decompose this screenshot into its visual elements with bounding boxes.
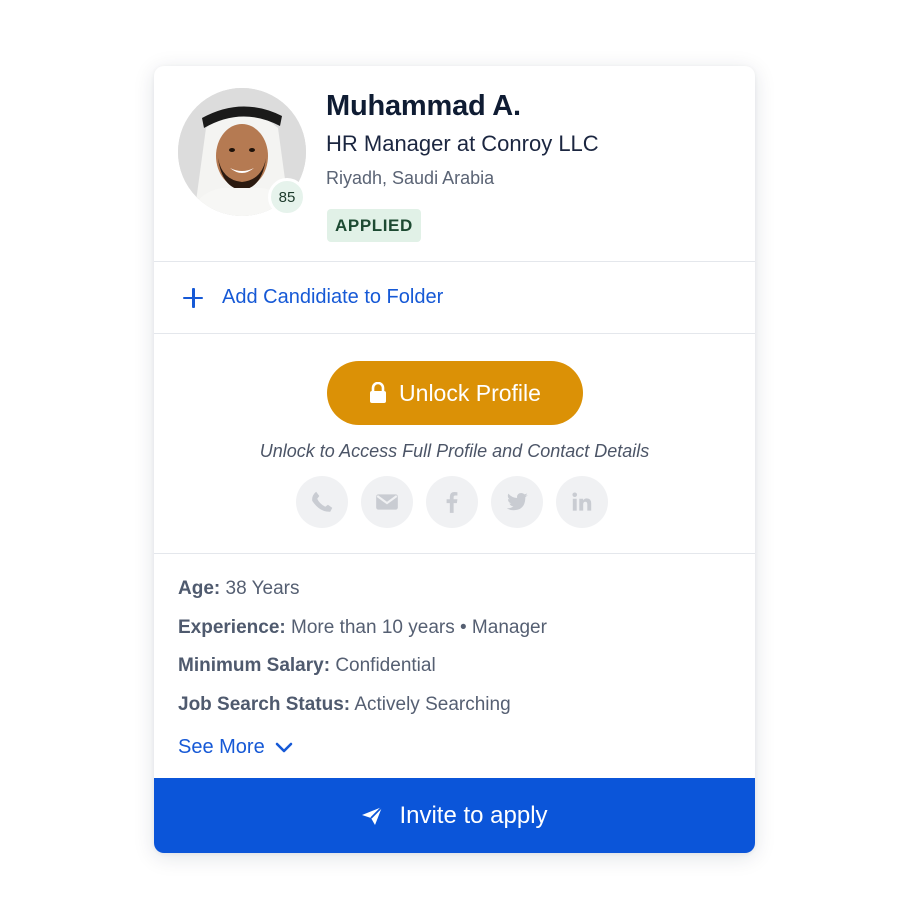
candidate-title: HR Manager at Conroy LLC <box>326 131 599 156</box>
add-to-folder-button[interactable]: Add Candidiate to Folder <box>154 262 755 334</box>
candidate-card: 85 Muhammad A. HR Manager at Conroy LLC … <box>154 66 755 853</box>
twitter-icon <box>491 476 543 528</box>
detail-minimum-salary: Minimum Salary: Confidential <box>178 655 738 694</box>
email-icon <box>361 476 413 528</box>
lock-icon <box>370 382 387 403</box>
send-icon <box>362 805 384 825</box>
see-more-link[interactable]: See More <box>178 736 293 759</box>
detail-value: More than 10 years • Manager <box>291 616 547 638</box>
unlock-section: Unlock Profile Unlock to Access Full Pro… <box>154 334 755 554</box>
detail-job-search-status: Job Search Status: Actively Searching <box>178 694 738 733</box>
detail-label: Minimum Salary: <box>178 655 331 677</box>
facebook-icon <box>426 476 478 528</box>
contact-icons <box>296 476 608 528</box>
status-badge: APPLIED <box>327 209 421 242</box>
unlock-hint: Unlock to Access Full Profile and Contac… <box>259 441 650 461</box>
candidate-header: 85 Muhammad A. HR Manager at Conroy LLC … <box>154 66 755 262</box>
detail-value: Actively Searching <box>354 694 511 716</box>
plus-icon <box>182 287 204 309</box>
detail-label: Experience: <box>178 616 286 638</box>
detail-value: 38 Years <box>225 578 300 599</box>
detail-label: Age: <box>178 578 221 599</box>
candidate-location: Riyadh, Saudi Arabia <box>326 168 495 188</box>
chevron-down-icon <box>275 742 293 752</box>
see-more-label: See More <box>178 736 265 758</box>
detail-experience: Experience: More than 10 years • Manager <box>178 617 738 656</box>
detail-age: Age: 38 Years <box>178 578 738 617</box>
candidate-name[interactable]: Muhammad A. <box>326 90 521 123</box>
invite-to-apply-label: Invite to apply <box>399 801 548 829</box>
detail-label: Job Search Status: <box>178 694 351 716</box>
match-score-badge: 85 <box>268 178 306 216</box>
invite-to-apply-button[interactable]: Invite to apply <box>154 778 755 853</box>
linkedin-icon <box>556 476 608 528</box>
phone-icon <box>296 476 348 528</box>
unlock-profile-button[interactable]: Unlock Profile <box>327 361 583 425</box>
detail-value: Confidential <box>335 655 436 677</box>
add-to-folder-label: Add Candidiate to Folder <box>222 286 444 308</box>
avatar-wrapper: 85 <box>178 88 306 216</box>
candidate-details: Age: 38 Years Experience: More than 10 y… <box>178 578 738 733</box>
unlock-profile-label: Unlock Profile <box>399 379 541 406</box>
